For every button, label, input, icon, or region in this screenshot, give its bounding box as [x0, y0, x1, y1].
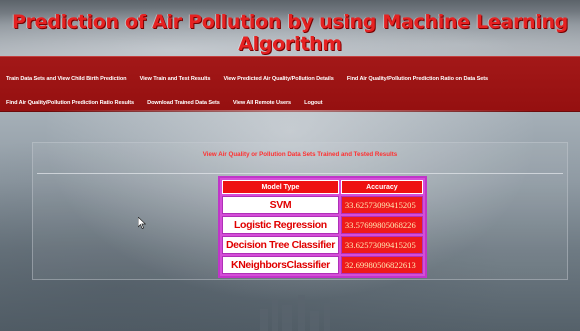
model-type-cell: Logistic Regression — [222, 216, 339, 234]
site-title: Prediction of Air Pollution by using Mac… — [11, 11, 568, 55]
accuracy-cell: 32.69980506822613 — [340, 256, 423, 274]
results-table: Model Type Accuracy SVM 33.6257309941520… — [218, 176, 427, 278]
accuracy-cell: 33.62573099415205 — [340, 236, 423, 254]
column-header-accuracy: Accuracy — [340, 180, 423, 194]
column-header-model-type: Model Type — [222, 180, 339, 194]
table-row: SVM 33.62573099415205 — [222, 196, 423, 214]
nav-view-predicted-details[interactable]: View Predicted Air Quality/Pollution Det… — [223, 76, 333, 82]
model-type-cell: Decision Tree Classifier — [222, 236, 339, 254]
nav-view-train-test-results[interactable]: View Train and Test Results — [140, 76, 211, 82]
nav-logout[interactable]: Logout — [304, 100, 322, 106]
accuracy-cell: 33.57699805068226 — [340, 216, 423, 234]
nav-row-1: Train Data Sets and View Child Birth Pre… — [6, 65, 496, 82]
nav-prediction-ratio-results[interactable]: Find Air Quality/Pollution Prediction Ra… — [6, 100, 134, 106]
table-row: Decision Tree Classifier 33.625730994152… — [222, 236, 423, 254]
table-row: Logistic Regression 33.57699805068226 — [222, 216, 423, 234]
panel-divider — [37, 173, 563, 174]
accuracy-cell: 33.62573099415205 — [340, 196, 423, 214]
mouse-pointer-icon — [137, 214, 147, 233]
nav-view-remote-users[interactable]: View All Remote Users — [233, 100, 291, 106]
nav-row-2: Find Air Quality/Pollution Prediction Ra… — [6, 89, 331, 106]
table-row: KNeighborsClassifier 32.69980506822613 — [222, 256, 423, 274]
main-nav: Train Data Sets and View Child Birth Pre… — [0, 56, 580, 112]
model-type-cell: SVM — [222, 196, 339, 214]
nav-download-trained-data-sets[interactable]: Download Trained Data Sets — [147, 100, 220, 106]
nav-train-data-sets[interactable]: Train Data Sets and View Child Birth Pre… — [6, 76, 127, 82]
model-type-cell: KNeighborsClassifier — [222, 256, 339, 274]
header-banner: Prediction of Air Pollution by using Mac… — [0, 0, 580, 56]
city-skyline — [250, 291, 340, 331]
nav-find-prediction-ratio[interactable]: Find Air Quality/Pollution Prediction Ra… — [347, 76, 488, 82]
panel-heading: View Air Quality or Pollution Data Sets … — [202, 151, 398, 158]
table-header-row: Model Type Accuracy — [222, 180, 423, 194]
